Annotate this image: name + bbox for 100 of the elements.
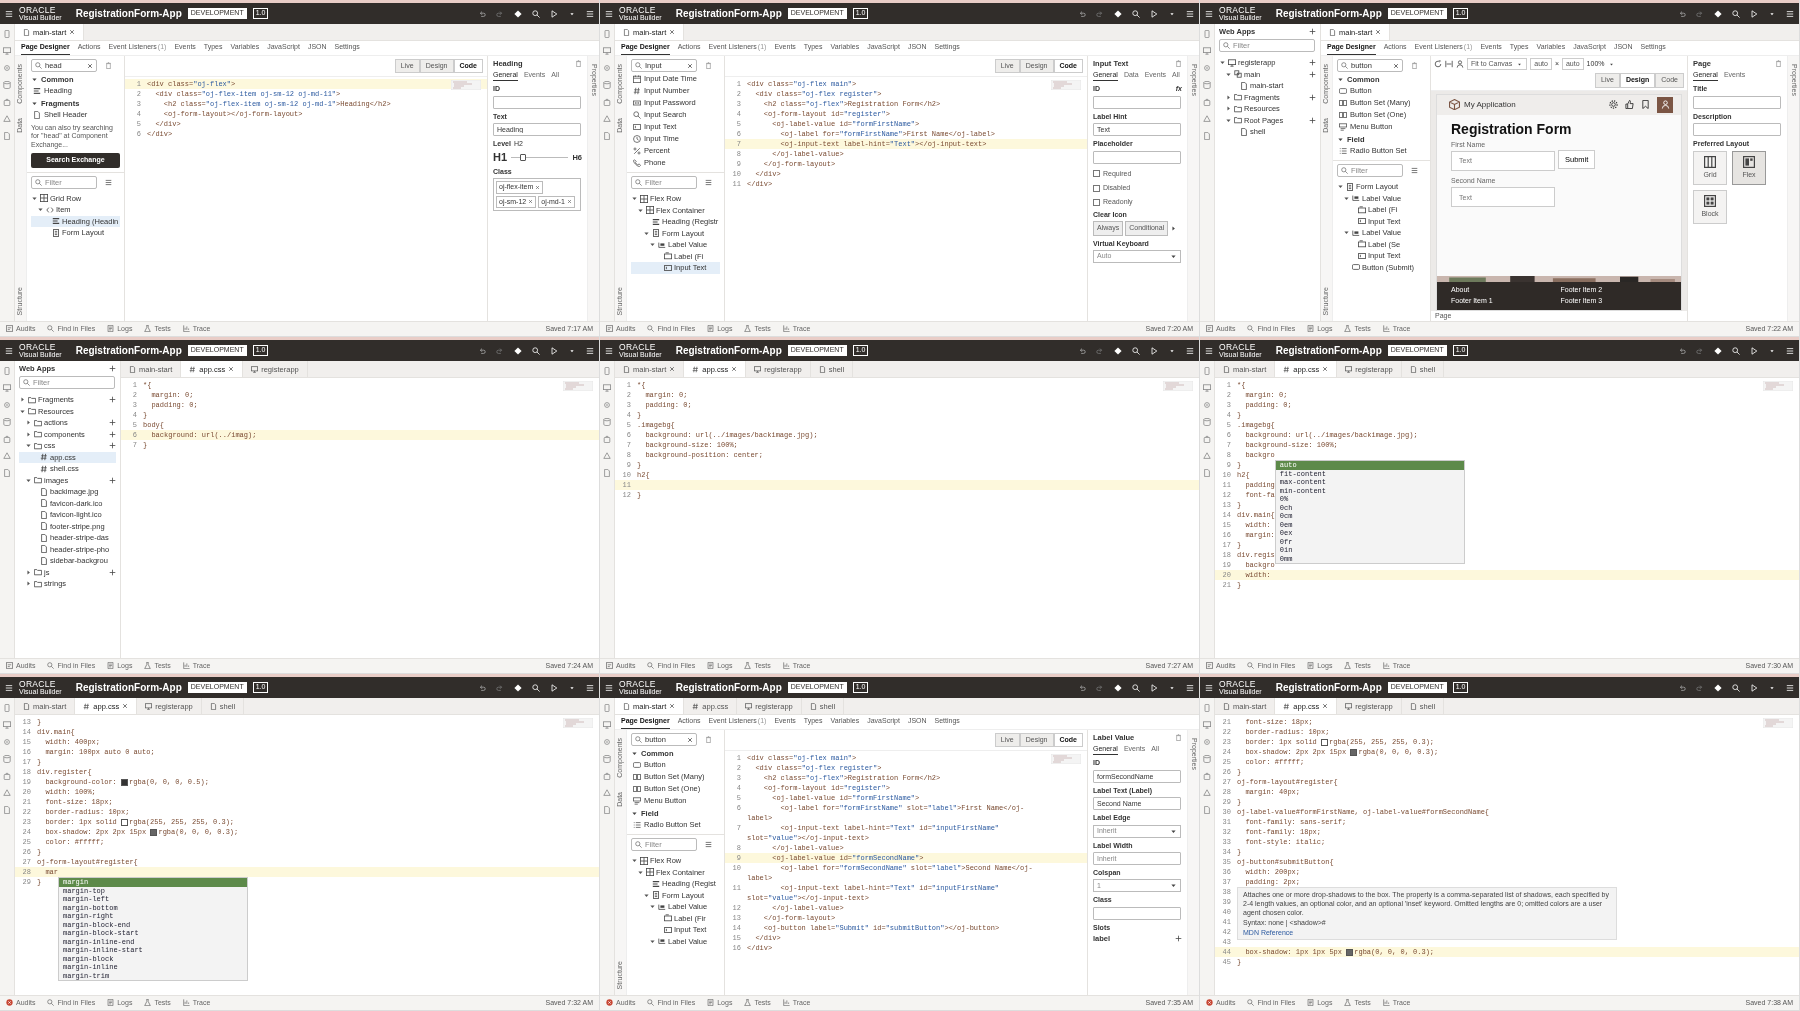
caret-down-icon[interactable]	[1225, 116, 1232, 124]
diamond-icon[interactable]	[1114, 683, 1122, 692]
menu-icon[interactable]	[705, 179, 712, 186]
add-icon[interactable]	[1309, 116, 1316, 124]
device-icon[interactable]	[603, 367, 611, 375]
document-icon[interactable]	[3, 132, 11, 140]
diamond-icon[interactable]	[514, 9, 522, 18]
bag-icon[interactable]	[3, 435, 11, 443]
remove-icon[interactable]	[566, 199, 572, 205]
caret-down-icon[interactable]	[631, 195, 638, 203]
device-icon[interactable]	[1203, 704, 1211, 712]
undo-icon[interactable]	[1678, 683, 1686, 692]
triangle-icon[interactable]	[603, 115, 611, 123]
caret-down-icon[interactable]	[1219, 59, 1226, 67]
add-icon[interactable]	[109, 396, 116, 404]
undo-icon[interactable]	[1078, 346, 1086, 355]
search-icon[interactable]	[532, 683, 540, 692]
bag-icon[interactable]	[3, 98, 11, 106]
play-icon[interactable]	[1750, 9, 1758, 18]
document-icon[interactable]	[603, 132, 611, 140]
close-icon[interactable]	[228, 366, 235, 372]
triangle-icon[interactable]	[1203, 452, 1211, 460]
add-icon[interactable]	[1309, 70, 1316, 78]
bag-icon[interactable]	[603, 98, 611, 106]
monitor-icon[interactable]	[603, 384, 611, 392]
triangle-icon[interactable]	[603, 789, 611, 797]
bag-icon[interactable]	[1203, 98, 1211, 106]
trash-icon[interactable]	[575, 60, 582, 67]
triangle-icon[interactable]	[1203, 789, 1211, 797]
caret-right-icon[interactable]	[1225, 105, 1232, 113]
avatar[interactable]	[1657, 96, 1673, 113]
monitor-icon[interactable]	[603, 721, 611, 729]
close-icon[interactable]	[1375, 29, 1382, 35]
checkbox[interactable]	[1093, 199, 1100, 207]
redo-icon[interactable]	[496, 9, 504, 18]
caret-down-icon[interactable]	[637, 868, 644, 876]
document-icon[interactable]	[1203, 806, 1211, 814]
add-icon[interactable]	[1175, 935, 1182, 943]
add-icon[interactable]	[109, 568, 116, 576]
bag-icon[interactable]	[603, 772, 611, 780]
caret-right-icon[interactable]	[19, 396, 26, 404]
bag-icon[interactable]	[1203, 435, 1211, 443]
undo-icon[interactable]	[478, 9, 486, 18]
document-icon[interactable]	[603, 806, 611, 814]
device-icon[interactable]	[603, 30, 611, 38]
triangle-icon[interactable]	[3, 115, 11, 123]
menu-icon[interactable]	[105, 178, 112, 186]
search-icon[interactable]	[1732, 346, 1740, 355]
monitor-icon[interactable]	[603, 47, 611, 55]
caret-down-icon[interactable]	[631, 857, 638, 865]
database-icon[interactable]	[3, 755, 11, 763]
menu-icon[interactable]	[705, 841, 712, 848]
database-icon[interactable]	[1203, 418, 1211, 426]
play-icon[interactable]	[1150, 346, 1158, 355]
caret-down-icon[interactable]	[643, 891, 650, 899]
slider-thumb[interactable]	[519, 153, 526, 161]
refresh-icon[interactable]	[1434, 60, 1442, 69]
monitor-icon[interactable]	[3, 47, 11, 55]
bag-icon[interactable]	[3, 772, 11, 780]
undo-icon[interactable]	[478, 346, 486, 355]
checkbox[interactable]	[1093, 184, 1100, 192]
search-icon[interactable]	[532, 346, 540, 355]
close-icon[interactable]	[69, 29, 76, 35]
bag-icon[interactable]	[603, 435, 611, 443]
undo-icon[interactable]	[1678, 9, 1686, 18]
monitor-icon[interactable]	[1203, 47, 1211, 55]
add-icon[interactable]	[1309, 28, 1316, 35]
close-icon[interactable]	[122, 703, 129, 709]
dropdown-icon[interactable]	[1170, 252, 1177, 260]
clear-icon[interactable]	[687, 62, 693, 69]
menu-icon[interactable]	[1411, 167, 1418, 174]
caret-down-icon[interactable]	[25, 442, 32, 450]
device-icon[interactable]	[603, 704, 611, 712]
add-icon[interactable]	[109, 365, 116, 372]
caret-down-icon[interactable]	[649, 937, 656, 945]
caret-down-icon[interactable]	[37, 206, 44, 214]
play-icon[interactable]	[1750, 683, 1758, 692]
add-icon[interactable]	[109, 419, 116, 427]
play-icon[interactable]	[1150, 9, 1158, 18]
trash-icon[interactable]	[1411, 62, 1418, 69]
diamond-icon[interactable]	[1714, 683, 1722, 692]
caret-down-icon[interactable]	[25, 476, 32, 484]
diamond-icon[interactable]	[514, 683, 522, 692]
monitor-icon[interactable]	[1203, 721, 1211, 729]
triangle-icon[interactable]	[3, 789, 11, 797]
play-icon[interactable]	[550, 346, 558, 355]
settings-icon[interactable]	[1609, 100, 1618, 110]
database-icon[interactable]	[1203, 81, 1211, 89]
redo-icon[interactable]	[1096, 683, 1104, 692]
undo-icon[interactable]	[478, 683, 486, 692]
person-icon[interactable]	[1456, 60, 1464, 69]
play-icon[interactable]	[1750, 346, 1758, 355]
caret-right-icon[interactable]	[25, 430, 32, 438]
caret-down-icon[interactable]	[1337, 76, 1344, 83]
search-icon[interactable]	[1132, 9, 1140, 18]
close-icon[interactable]	[669, 703, 676, 709]
bag-icon[interactable]	[1203, 772, 1211, 780]
redo-icon[interactable]	[496, 346, 504, 355]
thumbs-up-icon[interactable]	[1625, 100, 1634, 110]
document-icon[interactable]	[3, 806, 11, 814]
